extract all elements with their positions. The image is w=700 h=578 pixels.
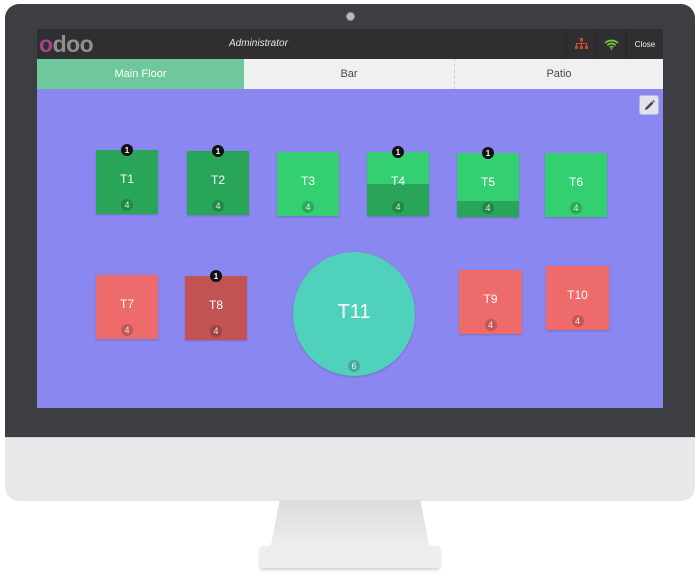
cashier-name[interactable]: Administrator (229, 38, 288, 49)
table-t4[interactable]: 1 T4 4 (367, 146, 429, 216)
order-count-badge: 1 (210, 270, 222, 282)
imac-mockup: odoo Administrator Close Main Floor Bar … (0, 0, 700, 578)
table-t10[interactable]: T10 4 (546, 266, 609, 330)
table-t2[interactable]: 1 T2 4 (187, 145, 249, 215)
monitor-stand-neck (270, 500, 430, 550)
odoo-logo: odoo (39, 31, 94, 57)
seat-count: 4 (392, 201, 404, 213)
table-t6[interactable]: T6 4 (545, 153, 607, 217)
table-name: T7 (119, 297, 134, 311)
seat-count: 4 (302, 201, 314, 213)
table-name: T10 (567, 288, 588, 302)
edit-floor-button[interactable] (639, 95, 659, 115)
table-name: T9 (483, 292, 498, 306)
table-t1[interactable]: 1 T1 4 (96, 144, 158, 214)
tab-main-floor[interactable]: Main Floor (37, 59, 244, 89)
proxy-status-button[interactable] (596, 29, 626, 59)
monitor-chin (5, 437, 695, 501)
table-name: T11 (337, 300, 371, 323)
seat-count: 4 (571, 315, 584, 327)
pencil-icon (644, 99, 655, 110)
seat-count: 4 (121, 199, 133, 211)
table-name: T6 (568, 175, 583, 189)
monitor-stand-foot (260, 546, 440, 568)
seat-count: 4 (212, 200, 224, 212)
table-name: T5 (480, 175, 495, 189)
pos-screen: odoo Administrator Close Main Floor Bar … (37, 29, 663, 408)
table-name: T4 (390, 174, 405, 188)
camera-icon (346, 12, 355, 21)
table-name: T1 (119, 172, 134, 186)
table-t3[interactable]: T3 4 (277, 152, 339, 216)
table-name: T2 (210, 173, 225, 187)
close-button[interactable]: Close (626, 29, 663, 59)
seat-count: 4 (570, 202, 582, 214)
table-t5[interactable]: 1 T5 4 (457, 147, 519, 217)
floor-tabs: Main Floor Bar Patio (37, 59, 663, 89)
table-t11[interactable]: T11 6 (293, 252, 415, 376)
order-count-badge: 1 (392, 146, 404, 158)
tab-bar[interactable]: Bar (244, 59, 455, 89)
tab-patio[interactable]: Patio (455, 59, 663, 89)
order-count-badge: 1 (482, 147, 494, 159)
table-name: T8 (208, 298, 223, 312)
table-t9[interactable]: T9 4 (459, 270, 522, 334)
order-count-badge: 1 (121, 144, 133, 156)
seat-count: 4 (210, 325, 222, 337)
seat-count: 4 (121, 324, 133, 336)
pos-topbar: odoo Administrator Close (37, 29, 663, 59)
seat-count: 4 (484, 319, 497, 331)
wifi-icon (604, 39, 619, 50)
network-status-button[interactable] (566, 29, 596, 59)
seat-count: 6 (348, 360, 360, 372)
network-icon (575, 38, 588, 49)
table-t8[interactable]: 1 T8 4 (185, 270, 247, 340)
table-t7[interactable]: T7 4 (96, 275, 158, 339)
order-count-badge: 1 (212, 145, 224, 157)
seat-count: 4 (482, 202, 494, 214)
table-name: T3 (300, 174, 315, 188)
